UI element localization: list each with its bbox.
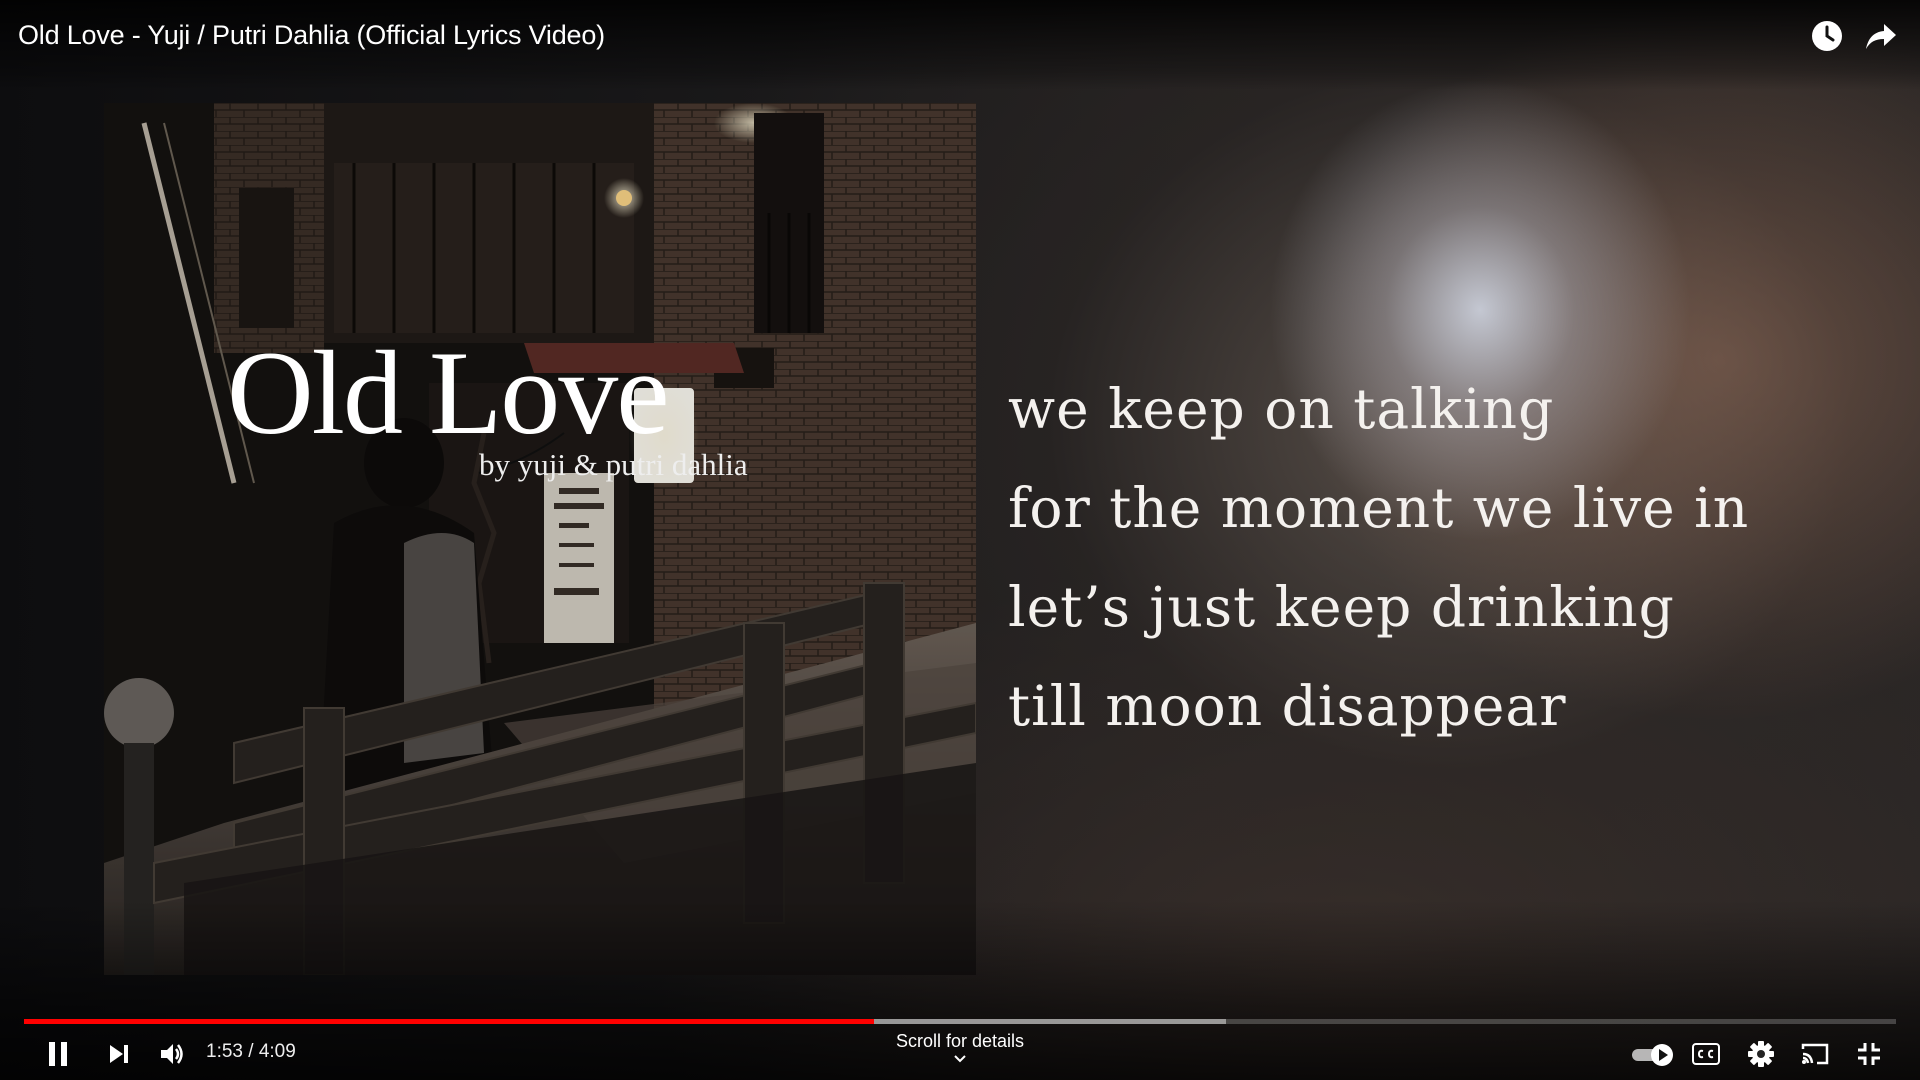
pause-icon — [49, 1042, 67, 1066]
video-player[interactable]: Old Love - Yuji / Putri Dahlia (Official… — [0, 0, 1920, 1080]
autoplay-toggle-icon — [1632, 1044, 1673, 1066]
lyric-line-2: for the moment we live in — [1008, 476, 1750, 540]
time-separator: / — [242, 1041, 259, 1062]
top-bar: Old Love - Yuji / Putri Dahlia (Official… — [0, 0, 1920, 90]
autoplay-toggle[interactable] — [1627, 1036, 1679, 1072]
clock-icon[interactable] — [1809, 18, 1845, 54]
scroll-hint-label: Scroll for details — [895, 1031, 1025, 1051]
progress-played — [24, 1019, 874, 1024]
lyric-line-1: we keep on talking — [1008, 377, 1555, 441]
lyric-line-4: till moon disappear — [1008, 674, 1567, 738]
video-title[interactable]: Old Love - Yuji / Putri Dahlia (Official… — [18, 20, 605, 51]
scroll-for-details[interactable]: Scroll for details — [860, 1031, 1060, 1064]
captions-button[interactable] — [1682, 1036, 1730, 1072]
exit-fullscreen-button[interactable] — [1845, 1036, 1893, 1072]
cc-icon — [1692, 1043, 1720, 1065]
settings-button[interactable] — [1737, 1036, 1785, 1072]
share-arrow-icon[interactable] — [1863, 18, 1899, 54]
progress-bar[interactable] — [24, 1019, 1896, 1024]
cast-button[interactable] — [1791, 1036, 1839, 1072]
gear-icon — [1748, 1041, 1774, 1067]
pause-button[interactable] — [34, 1036, 82, 1072]
exit-fullscreen-icon — [1858, 1043, 1880, 1065]
time-display: 1:53 / 4:09 — [206, 1041, 296, 1063]
next-icon — [110, 1045, 128, 1063]
volume-icon — [161, 1044, 183, 1064]
artwork-subtitle: by yuji & putri dahlia — [479, 447, 748, 482]
next-button[interactable] — [95, 1036, 143, 1072]
cast-icon — [1801, 1043, 1829, 1065]
volume-button[interactable] — [148, 1036, 196, 1072]
artwork-title: Old Love — [227, 326, 670, 459]
lyric-line-3: let’s just keep drinking — [1008, 575, 1675, 639]
lyrics-block: we keep on talking for the moment we liv… — [1008, 360, 1749, 756]
album-artwork: Old Love by yuji & putri dahlia — [104, 103, 976, 975]
chevron-down-icon — [954, 1055, 966, 1063]
duration: 4:09 — [258, 1041, 296, 1062]
current-time: 1:53 — [206, 1041, 243, 1062]
